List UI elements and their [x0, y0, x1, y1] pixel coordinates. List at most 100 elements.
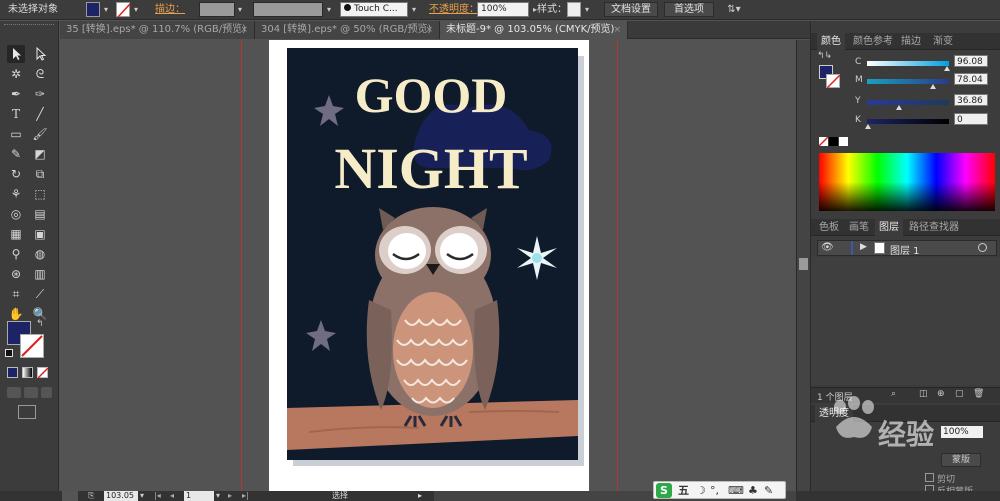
next-artboard-icon[interactable]: ▸	[228, 491, 236, 501]
last-artboard-icon[interactable]: ▸|	[242, 491, 250, 501]
cyan-value-field[interactable]: 96.08	[954, 55, 988, 67]
moon-icon[interactable]: ☽	[696, 483, 706, 498]
close-icon[interactable]: ×	[240, 21, 248, 39]
style-dropdown-icon[interactable]: ▾	[582, 2, 592, 17]
perspective-grid-tool-icon[interactable]: ▤	[31, 205, 49, 223]
status-arrow-icon[interactable]	[62, 491, 78, 501]
doc-tab-untitled-9[interactable]: 未标题-9* @ 103.05% (CMYK/预览) ×	[440, 21, 628, 39]
stroke-none-swatch[interactable]	[116, 2, 131, 18]
scrollbar-thumb[interactable]	[799, 258, 808, 270]
clip-checkbox[interactable]	[925, 473, 934, 482]
stroke-label-link[interactable]: 描边：	[155, 2, 185, 17]
black-slider[interactable]	[867, 119, 949, 124]
tab-swatches[interactable]: 色板	[815, 219, 843, 236]
transparency-opacity-field[interactable]: 100%	[941, 426, 983, 438]
warp-tool-icon[interactable]: ⚘	[7, 185, 25, 203]
cyan-slider-thumb[interactable]	[944, 66, 950, 71]
draw-behind-icon[interactable]	[24, 387, 38, 398]
black-value-field[interactable]: 0	[954, 113, 988, 125]
canvas-area[interactable]: GOOD NIGHT	[60, 40, 796, 491]
tools-grip[interactable]	[4, 24, 54, 27]
panel-stroke-swatch[interactable]	[826, 74, 841, 89]
artwork[interactable]: GOOD NIGHT	[269, 40, 589, 491]
rotate-tool-icon[interactable]: ↻	[7, 165, 25, 183]
free-transform-tool-icon[interactable]: ⬚	[31, 185, 49, 203]
column-graph-tool-icon[interactable]: ▥	[31, 265, 49, 283]
slice-tool-icon[interactable]: ⟋	[31, 285, 49, 303]
zoom-dropdown-icon[interactable]: ▾	[140, 491, 148, 501]
none-swatch-icon[interactable]	[818, 136, 829, 147]
arrange-icon[interactable]: ⇅▾	[724, 2, 744, 17]
artboard[interactable]: GOOD NIGHT	[269, 40, 589, 491]
eyedropper-tool-icon[interactable]: ⚲	[7, 245, 25, 263]
delete-layer-icon[interactable]: 🗑	[973, 389, 984, 399]
yellow-value-field[interactable]: 36.86	[954, 94, 988, 106]
tab-pathfinder[interactable]: 路径查找器	[905, 219, 963, 236]
symbol-sprayer-tool-icon[interactable]: ⊛	[7, 265, 25, 283]
swap-fill-stroke-icon[interactable]: ↰	[36, 319, 44, 329]
magenta-value-field[interactable]: 78.04	[954, 73, 988, 85]
ime-mode[interactable]: 五	[678, 483, 689, 498]
magenta-slider-thumb[interactable]	[930, 84, 936, 89]
fill-dropdown-icon[interactable]: ▾	[101, 2, 111, 17]
layer-name[interactable]: 图层 1	[890, 242, 920, 257]
close-icon[interactable]: ×	[613, 21, 621, 39]
first-artboard-icon[interactable]: |◂	[154, 491, 162, 501]
tab-gradient[interactable]: 渐变	[929, 33, 957, 50]
tab-color[interactable]: 颜色	[817, 33, 845, 50]
curvature-tool-icon[interactable]: ✑	[31, 85, 49, 103]
preferences-button[interactable]: 首选项	[664, 2, 714, 17]
make-mask-button[interactable]: 蒙版	[941, 453, 981, 467]
page-dropdown-icon[interactable]: ▾	[216, 491, 224, 501]
none-mode-icon[interactable]	[37, 367, 49, 379]
opacity-label-link[interactable]: 不透明度：	[429, 2, 479, 17]
stroke-weight-dropdown-icon[interactable]: ▾	[235, 2, 245, 17]
pencil-tool-icon[interactable]: ✎	[7, 145, 25, 163]
gradient-mode-icon[interactable]	[22, 367, 33, 378]
type-tool-icon[interactable]: T	[7, 105, 25, 123]
artboard-nav-icon[interactable]: ⎘	[88, 491, 98, 501]
tab-layers[interactable]: 图层	[875, 219, 903, 236]
skin-icon[interactable]: ♣	[748, 483, 758, 498]
status-mode[interactable]: 选择	[332, 491, 348, 501]
black-slider-thumb[interactable]	[865, 124, 871, 129]
color-mode-icon[interactable]	[7, 367, 18, 378]
magenta-slider[interactable]	[867, 79, 949, 84]
tab-color-guide[interactable]: 颜色参考	[849, 33, 897, 50]
document-setup-button[interactable]: 文档设置	[604, 2, 658, 17]
new-sublayer-icon[interactable]: ⊕	[937, 389, 945, 399]
ime-toolbar[interactable]: S 五 ☽ °, ⌨ ♣ ✎	[653, 481, 786, 499]
tab-stroke[interactable]: 描边	[897, 33, 925, 50]
yellow-slider-thumb[interactable]	[896, 105, 902, 110]
yellow-slider[interactable]	[867, 100, 949, 105]
lasso-tool-icon[interactable]: ᘓ	[31, 65, 49, 83]
color-spectrum[interactable]	[819, 153, 995, 211]
doc-tab-304[interactable]: 304 [转换].eps* @ 50% (RGB/预览) ×	[255, 21, 440, 39]
rectangle-tool-icon[interactable]: ▭	[7, 125, 25, 143]
new-layer-icon[interactable]: ▢	[955, 389, 964, 399]
fill-color-swatch[interactable]	[86, 2, 100, 17]
stroke-weight-field[interactable]	[199, 2, 235, 17]
vertical-scrollbar[interactable]	[796, 40, 810, 491]
artboard-number-field[interactable]: 1	[184, 491, 214, 501]
layer-row[interactable]: 👁 ▶ 图层 1	[817, 240, 997, 257]
prev-artboard-icon[interactable]: ◂	[170, 491, 178, 501]
close-icon[interactable]: ×	[425, 21, 433, 39]
target-circle-icon[interactable]	[978, 243, 987, 252]
paintbrush-tool-icon[interactable]: 🖌	[31, 125, 49, 143]
keyboard-icon[interactable]: ⌨	[728, 483, 744, 498]
expand-triangle-icon[interactable]: ▶	[860, 242, 867, 252]
magic-wand-tool-icon[interactable]: ✲	[7, 65, 25, 83]
artboard-tool-icon[interactable]: ⌗	[7, 285, 25, 303]
stroke-dropdown-icon[interactable]: ▾	[131, 2, 141, 17]
punctuation-icon[interactable]: °,	[710, 483, 719, 498]
ime-logo-icon[interactable]: S	[656, 483, 672, 498]
pen-tool-icon[interactable]: ✒	[7, 85, 25, 103]
gradient-tool-icon[interactable]: ▣	[31, 225, 49, 243]
variable-width-dropdown-icon[interactable]: ▾	[324, 2, 334, 17]
brush-definition-field[interactable]: Touch C...	[340, 2, 408, 17]
swap-arrows-icon[interactable]: ↰↳	[817, 51, 832, 61]
white-swatch[interactable]	[839, 137, 848, 146]
graphic-style-swatch[interactable]	[567, 2, 581, 17]
visibility-eye-icon[interactable]: 👁	[821, 242, 834, 253]
